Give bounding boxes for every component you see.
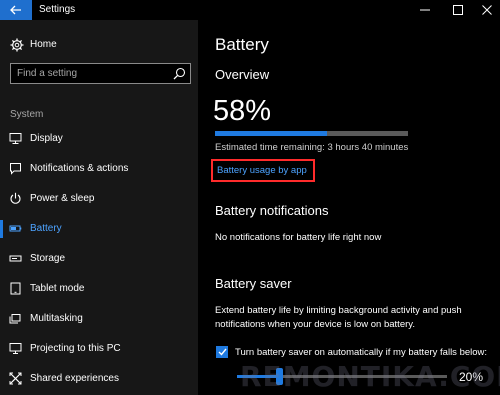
multitasking-icon <box>9 314 21 324</box>
close-icon <box>482 5 492 15</box>
battery-level-fill <box>215 131 327 136</box>
sidebar-item-storage[interactable]: Storage <box>0 247 198 271</box>
battery-saver-heading: Battery saver <box>215 276 292 291</box>
battery-saver-checkbox[interactable] <box>216 346 228 358</box>
estimated-time-text: Estimated time remaining: 3 hours 40 min… <box>215 142 409 153</box>
shared-icon <box>9 372 22 385</box>
tablet-icon <box>10 282 21 295</box>
minimize-icon <box>420 9 430 11</box>
watermark: REMONTIKA.COM <box>240 360 500 393</box>
sidebar-item-shared-experiences[interactable]: Shared experiences <box>0 367 198 391</box>
battery-percent: 58% <box>213 95 272 127</box>
title-bar: Settings <box>0 0 500 20</box>
sidebar-item-battery[interactable]: Battery <box>0 217 198 241</box>
gear-icon <box>10 38 24 52</box>
sidebar-item-label: Power & sleep <box>30 193 95 204</box>
sidebar-item-label: Notifications & actions <box>30 163 129 174</box>
checkmark-icon <box>218 348 227 356</box>
sidebar-item-home[interactable]: Home <box>0 34 198 56</box>
section-label-system: System <box>10 109 44 120</box>
sidebar-item-tablet-mode[interactable]: Tablet mode <box>0 277 198 301</box>
sidebar-item-projecting[interactable]: Projecting to this PC <box>0 337 198 361</box>
power-icon <box>10 192 21 204</box>
sidebar-item-multitasking[interactable]: Multitasking <box>0 307 198 331</box>
battery-usage-link[interactable]: Battery usage by app <box>217 165 307 176</box>
app-title: Settings <box>39 4 76 15</box>
notifications-status-text: No notifications for battery life right … <box>215 232 382 243</box>
minimize-button[interactable] <box>410 0 440 20</box>
sidebar-item-label: Tablet mode <box>30 283 85 294</box>
maximize-icon <box>453 5 463 15</box>
sidebar-item-power-sleep[interactable]: Power & sleep <box>0 187 198 211</box>
sidebar-item-label: Multitasking <box>30 313 83 324</box>
main-panel: Battery Overview 58% Estimated time rema… <box>198 20 500 395</box>
maximize-button[interactable] <box>443 0 473 20</box>
sidebar-item-notifications[interactable]: Notifications & actions <box>0 157 198 181</box>
sidebar-item-label: Projecting to this PC <box>30 343 121 354</box>
sidebar-item-label: Battery <box>30 223 62 234</box>
sidebar-item-label: Storage <box>30 253 66 264</box>
page-title: Battery <box>215 35 269 54</box>
back-button[interactable] <box>0 0 32 20</box>
search-icon[interactable] <box>173 67 186 80</box>
message-icon <box>10 163 21 175</box>
overview-heading: Overview <box>215 67 270 82</box>
battery-level-bar <box>215 131 408 136</box>
sidebar-item-label: Shared experiences <box>30 373 119 384</box>
projector-icon <box>9 343 22 354</box>
storage-icon <box>9 255 22 262</box>
sidebar-item-label: Display <box>30 133 63 144</box>
battery-notifications-heading: Battery notifications <box>215 203 329 218</box>
search-placeholder: Find a setting <box>17 68 78 79</box>
monitor-icon <box>9 133 22 144</box>
sidebar: Home Find a setting System Display Notif… <box>0 20 198 395</box>
search-input[interactable]: Find a setting <box>10 63 191 84</box>
home-label: Home <box>30 39 57 50</box>
sidebar-item-display[interactable]: Display <box>0 127 198 151</box>
battery-saver-checkbox-label[interactable]: Turn battery saver on automatically if m… <box>235 347 487 358</box>
battery-icon <box>9 225 22 232</box>
battery-saver-description: Extend battery life by limiting backgrou… <box>215 305 462 330</box>
back-arrow-icon <box>10 5 21 15</box>
close-button[interactable] <box>472 0 500 20</box>
